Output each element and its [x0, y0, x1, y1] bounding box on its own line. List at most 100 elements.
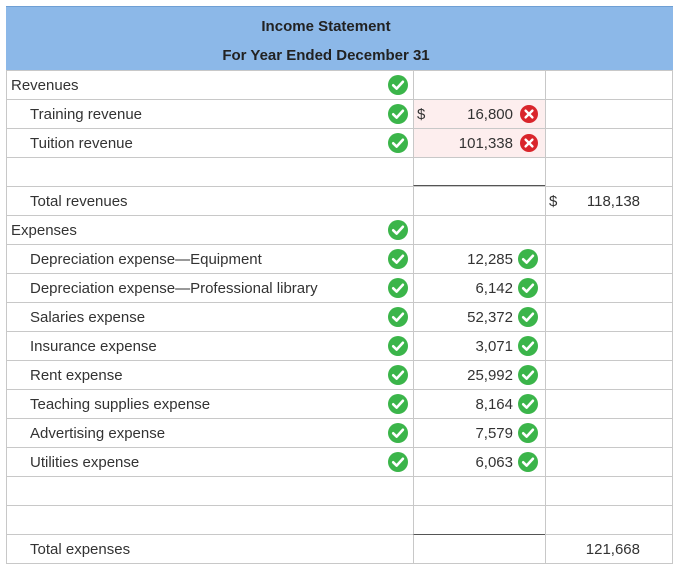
row-label: Utilities expense — [30, 454, 140, 471]
check-circle-icon — [388, 365, 408, 385]
amount-value: 52,372 — [467, 309, 513, 326]
total-cell[interactable] — [545, 128, 673, 157]
row-label: Insurance expense — [30, 338, 157, 355]
check-circle-icon — [388, 423, 408, 443]
row-label: Teaching supplies expense — [30, 396, 211, 413]
statement-row — [6, 505, 673, 534]
total-cell[interactable] — [545, 273, 673, 302]
check-circle-icon — [388, 394, 408, 414]
amount-cell[interactable] — [413, 186, 545, 215]
amount-cell[interactable]: 6,142 — [413, 273, 545, 302]
label-cell[interactable]: Depreciation expense—Professional librar… — [6, 273, 413, 302]
total-cell[interactable] — [545, 70, 673, 99]
amount-cell[interactable]: 12,285 — [413, 244, 545, 273]
statement-row — [6, 476, 673, 505]
currency-symbol: $ — [549, 193, 558, 210]
total-cell[interactable] — [545, 157, 673, 186]
statement-row: Advertising expense 7,579 — [6, 418, 673, 447]
check-circle-icon — [518, 336, 538, 356]
label-cell[interactable] — [6, 157, 413, 186]
amount-cell[interactable]: 7,579 — [413, 418, 545, 447]
label-cell[interactable]: Tuition revenue — [6, 128, 413, 157]
total-cell[interactable] — [545, 99, 673, 128]
total-cell[interactable] — [545, 505, 673, 534]
amount-cell[interactable]: 3,071 — [413, 331, 545, 360]
label-cell[interactable]: Insurance expense — [6, 331, 413, 360]
amount-cell[interactable] — [413, 215, 545, 244]
total-value: 121,668 — [585, 541, 640, 558]
total-cell[interactable] — [545, 215, 673, 244]
amount-cell[interactable]: 6,063 — [413, 447, 545, 476]
amount-cell[interactable] — [413, 505, 545, 534]
check-circle-icon — [388, 452, 408, 472]
amount-cell[interactable]: 101,338 — [413, 128, 545, 157]
statement-row: Expenses — [6, 215, 673, 244]
amount-cell[interactable] — [413, 70, 545, 99]
statement-row — [6, 157, 673, 186]
total-cell[interactable] — [545, 476, 673, 505]
amount-cell[interactable]: 52,372 — [413, 302, 545, 331]
amount-value: 12,285 — [467, 251, 513, 268]
total-cell[interactable] — [545, 418, 673, 447]
label-cell[interactable]: Utilities expense — [6, 447, 413, 476]
total-cell[interactable]: $118,138 — [545, 186, 673, 215]
check-circle-icon — [518, 365, 538, 385]
label-cell[interactable]: Teaching supplies expense — [6, 389, 413, 418]
statement-row: Training revenue $16,800 — [6, 99, 673, 128]
total-cell[interactable] — [545, 447, 673, 476]
statement-row: Depreciation expense—Professional librar… — [6, 273, 673, 302]
statement-row: Total revenues $118,138 — [6, 186, 673, 215]
statement-row: Rent expense 25,992 — [6, 360, 673, 389]
label-cell[interactable]: Depreciation expense—Equipment — [6, 244, 413, 273]
row-label: Tuition revenue — [30, 135, 133, 152]
label-cell[interactable]: Expenses — [6, 215, 413, 244]
row-label: Training revenue — [30, 106, 143, 123]
x-circle-icon — [520, 105, 538, 123]
table-bottom-border — [6, 563, 673, 564]
amount-cell[interactable]: $16,800 — [413, 99, 545, 128]
amount-value: 16,800 — [467, 106, 513, 123]
total-cell[interactable] — [545, 389, 673, 418]
income-statement-table: Income Statement For Year Ended December… — [6, 6, 673, 568]
check-circle-icon — [518, 452, 538, 472]
label-cell[interactable]: Advertising expense — [6, 418, 413, 447]
statement-row: Revenues — [6, 70, 673, 99]
total-cell[interactable] — [545, 302, 673, 331]
total-cell[interactable] — [545, 331, 673, 360]
amount-cell[interactable] — [413, 157, 545, 186]
amount-cell[interactable] — [413, 476, 545, 505]
total-cell[interactable] — [545, 360, 673, 389]
label-cell[interactable]: Total expenses — [6, 534, 413, 563]
check-circle-icon — [518, 394, 538, 414]
amount-value: 6,063 — [475, 454, 513, 471]
statement-row: Total expenses 121,668 — [6, 534, 673, 563]
currency-symbol: $ — [417, 106, 426, 123]
amount-value: 7,579 — [475, 425, 513, 442]
label-cell[interactable]: Total revenues — [6, 186, 413, 215]
check-circle-icon — [388, 133, 408, 153]
amount-value: 3,071 — [475, 338, 513, 355]
row-label: Depreciation expense—Professional librar… — [30, 280, 318, 297]
statement-row: Insurance expense 3,071 — [6, 331, 673, 360]
label-cell[interactable]: Rent expense — [6, 360, 413, 389]
row-label: Depreciation expense—Equipment — [30, 251, 262, 268]
row-label: Total revenues — [30, 193, 128, 210]
label-cell[interactable] — [6, 476, 413, 505]
label-cell[interactable]: Salaries expense — [6, 302, 413, 331]
total-cell[interactable] — [545, 244, 673, 273]
total-cell[interactable]: 121,668 — [545, 534, 673, 563]
amount-value: 6,142 — [475, 280, 513, 297]
amount-cell[interactable]: 25,992 — [413, 360, 545, 389]
label-cell[interactable]: Revenues — [6, 70, 413, 99]
amount-value: 25,992 — [467, 367, 513, 384]
check-circle-icon — [388, 278, 408, 298]
statement-row: Salaries expense 52,372 — [6, 302, 673, 331]
amount-cell[interactable] — [413, 534, 545, 563]
check-circle-icon — [388, 75, 408, 95]
label-cell[interactable]: Training revenue — [6, 99, 413, 128]
statement-row: Teaching supplies expense 8,164 — [6, 389, 673, 418]
check-circle-icon — [388, 104, 408, 124]
amount-cell[interactable]: 8,164 — [413, 389, 545, 418]
check-circle-icon — [388, 220, 408, 240]
label-cell[interactable] — [6, 505, 413, 534]
